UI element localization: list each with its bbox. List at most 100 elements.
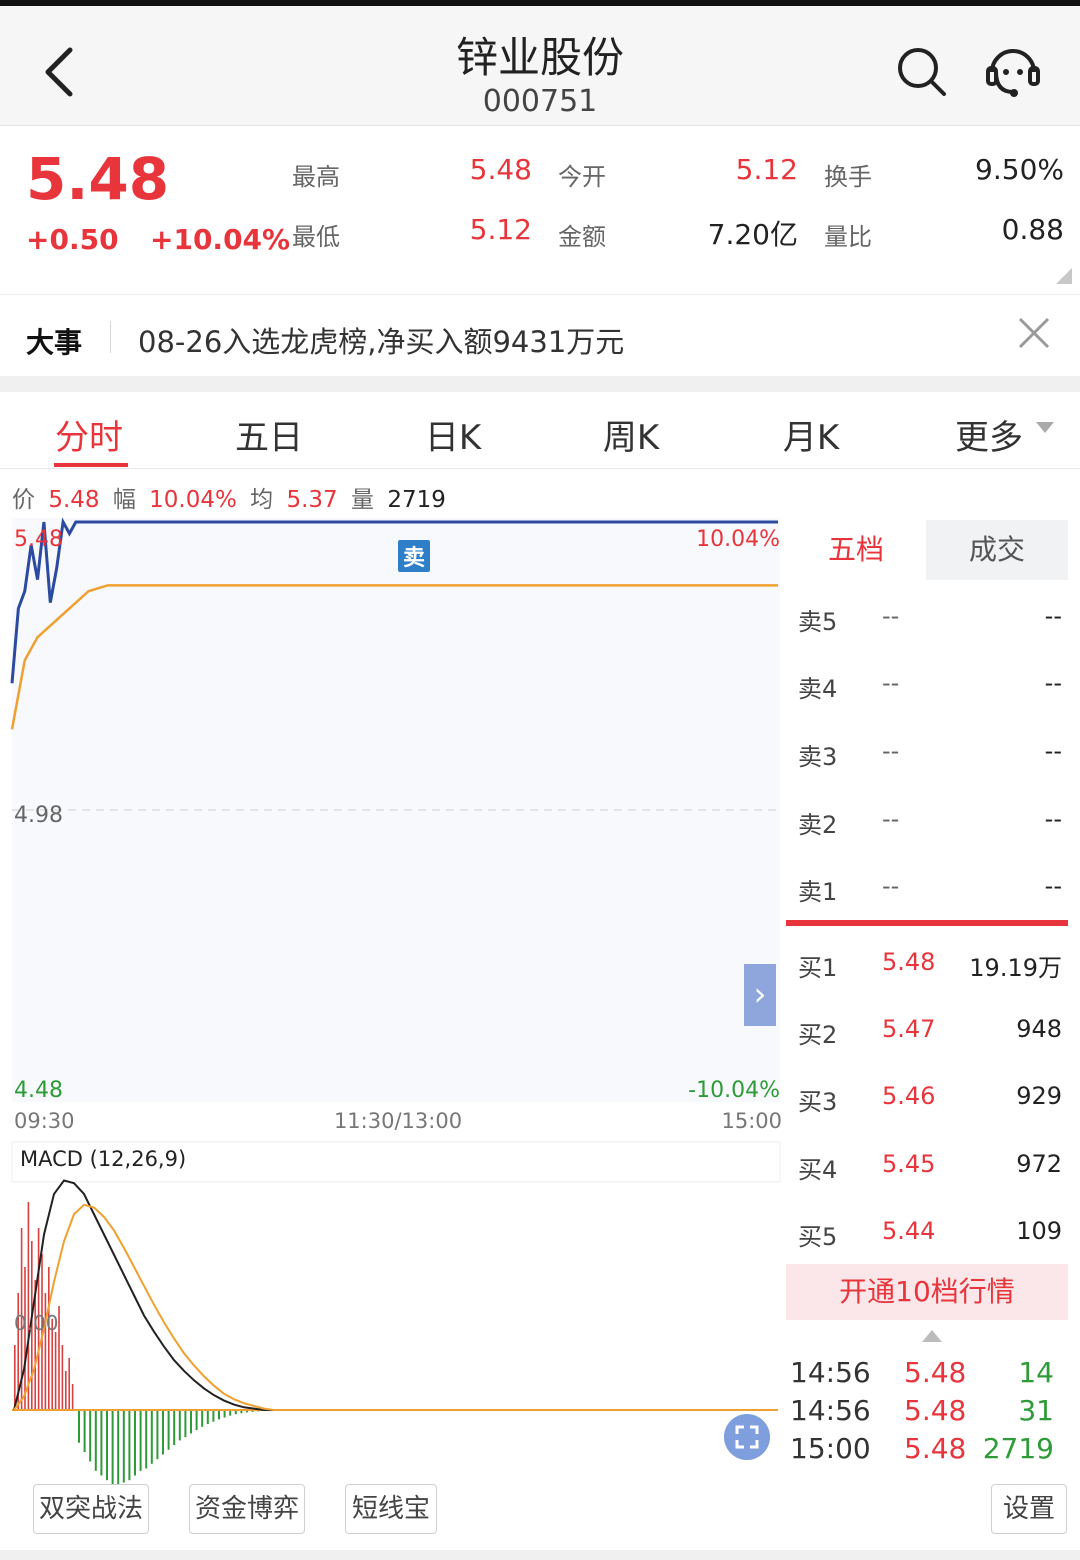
buy-label: 买3 <box>798 1088 838 1116</box>
collapse-up-icon[interactable] <box>922 1330 942 1342</box>
short-line-button[interactable]: 短线宝 <box>345 1484 437 1534</box>
high-label: 最高 <box>292 163 340 191</box>
sell-label: 卖5 <box>798 608 838 636</box>
buy-row: 买4 5.45 972 <box>786 1150 1070 1190</box>
customer-service-icon[interactable] <box>982 40 1044 102</box>
buy-price: 5.44 <box>882 1217 936 1245</box>
info-avg-label: 均 <box>250 487 274 513</box>
macd-bar-negative <box>78 1410 80 1443</box>
buy-row: 买3 5.46 929 <box>786 1082 1070 1122</box>
macd-bar-negative <box>190 1410 192 1434</box>
tab-five-day[interactable]: 五日 <box>194 410 344 459</box>
macd-title: MACD (12,26,9) <box>20 1147 186 1171</box>
fullscreen-icon[interactable] <box>724 1414 770 1460</box>
buy-price: 5.46 <box>882 1082 936 1110</box>
bottom-bar <box>0 1550 1080 1560</box>
tick-row: 15:00 5.48 2719 <box>786 1432 1070 1470</box>
x-axis-end-label: 15:00 <box>721 1109 782 1133</box>
buy-volume: 972 <box>1016 1150 1062 1178</box>
expand-corner-icon[interactable] <box>1056 268 1072 284</box>
sell-row: 卖2 -- -- <box>786 805 1070 845</box>
x-axis-start-label: 09:30 <box>14 1109 75 1133</box>
news-text[interactable]: 08-26入选龙虎榜,净买入额9431万元 <box>138 319 624 361</box>
macd-plot <box>12 1179 778 1485</box>
tab-weekly-k[interactable]: 周K <box>556 410 706 459</box>
intraday-chart[interactable]: 5.48 4.98 4.48 10.04% -10.04% 卖 09:30 11… <box>0 512 786 1502</box>
tick-price: 5.48 <box>904 1394 967 1427</box>
buy-label: 买5 <box>798 1223 838 1251</box>
macd-bar-negative <box>83 1410 86 1453</box>
info-vol: 2719 <box>387 487 446 513</box>
chart-tabs: 分时 五日 日K 周K 月K 更多 <box>0 392 1080 469</box>
amount-label: 金额 <box>558 223 606 251</box>
sell-marker-label: 卖 <box>403 545 425 571</box>
macd-bar-negative <box>134 1410 136 1476</box>
y-axis-right-bottom-label: -10.04% <box>688 1078 780 1103</box>
info-price-label: 价 <box>12 487 35 513</box>
y-axis-right-top-label: 10.04% <box>696 527 780 552</box>
price-change: +0.50 <box>26 223 119 256</box>
sell-price: -- <box>882 805 900 833</box>
macd-bar-negative <box>106 1410 108 1481</box>
buy-price: 5.47 <box>882 1015 936 1043</box>
chart-info-line: 价 5.48 幅 10.04% 均 5.37 量 2719 <box>12 480 452 514</box>
macd-bar-negative <box>117 1410 120 1485</box>
macd-bar-negative <box>122 1410 125 1483</box>
tab-monthly-k[interactable]: 月K <box>736 410 886 459</box>
turnover-label: 换手 <box>824 163 872 191</box>
search-icon[interactable] <box>894 44 948 98</box>
tick-volume: 2719 <box>982 1432 1054 1465</box>
sell-volume: -- <box>1044 805 1062 833</box>
sell-price: -- <box>882 669 900 697</box>
section-gap <box>0 376 1080 392</box>
tab-daily-k[interactable]: 日K <box>378 410 528 459</box>
buy-volume: 929 <box>1016 1082 1062 1110</box>
low-value: 5.12 <box>469 213 532 246</box>
settings-button[interactable]: 设置 <box>991 1484 1067 1534</box>
macd-bar-positive <box>27 1202 30 1410</box>
active-tab-indicator <box>54 463 128 467</box>
sell-volume: -- <box>1044 872 1062 900</box>
capital-game-button[interactable]: 资金博弈 <box>189 1484 305 1534</box>
price-change-pct: +10.04% <box>150 223 291 256</box>
double-breakout-button[interactable]: 双突战法 <box>33 1484 149 1534</box>
macd-bar-negative <box>212 1410 215 1422</box>
tick-price: 5.48 <box>904 1356 967 1389</box>
buy-row: 买5 5.44 109 <box>786 1217 1070 1257</box>
chevron-down-icon[interactable] <box>1036 422 1054 433</box>
buy-label: 买4 <box>798 1156 838 1184</box>
sell-label: 卖4 <box>798 675 838 703</box>
open-value: 5.12 <box>735 153 798 186</box>
sell-row: 卖3 -- -- <box>786 737 1070 777</box>
macd-bar-positive <box>14 1345 16 1410</box>
sell-marker[interactable]: 卖 <box>398 540 430 572</box>
tab-five-levels[interactable]: 五档 <box>786 520 926 580</box>
info-avg: 5.37 <box>286 487 338 513</box>
volume-ratio-label: 量比 <box>824 223 872 251</box>
sell-volume: -- <box>1044 602 1062 630</box>
info-amp-label: 幅 <box>112 487 136 513</box>
macd-bar-negative <box>145 1410 148 1469</box>
sell-row: 卖4 -- -- <box>786 669 1070 709</box>
buy-label: 买2 <box>798 1021 838 1049</box>
macd-bar-positive <box>68 1358 70 1410</box>
side-panel-toggle[interactable]: › <box>744 964 776 1026</box>
tab-intraday[interactable]: 分时 <box>14 410 164 459</box>
current-price: 5.48 <box>26 145 170 213</box>
news-bar[interactable]: 大事 08-26入选龙虎榜,净买入额9431万元 <box>0 294 1080 376</box>
y-axis-mid-label: 4.98 <box>14 803 63 828</box>
tab-trades[interactable]: 成交 <box>926 520 1068 580</box>
open-10-levels-button[interactable]: 开通10档行情 <box>786 1264 1068 1320</box>
tick-volume: 31 <box>1018 1394 1054 1427</box>
tab-more[interactable]: 更多 <box>914 410 1064 459</box>
top-header: 锌业股份 000751 <box>0 0 1080 126</box>
orderbook-divider <box>786 920 1068 926</box>
news-tag: 大事 <box>26 326 83 359</box>
close-icon[interactable] <box>1016 315 1052 351</box>
news-separator <box>110 321 111 353</box>
sell-volume: -- <box>1044 737 1062 765</box>
macd-bar-negative <box>206 1410 209 1425</box>
macd-bar-negative <box>162 1410 164 1455</box>
sell-price: -- <box>882 872 900 900</box>
macd-bar-negative <box>184 1410 187 1438</box>
